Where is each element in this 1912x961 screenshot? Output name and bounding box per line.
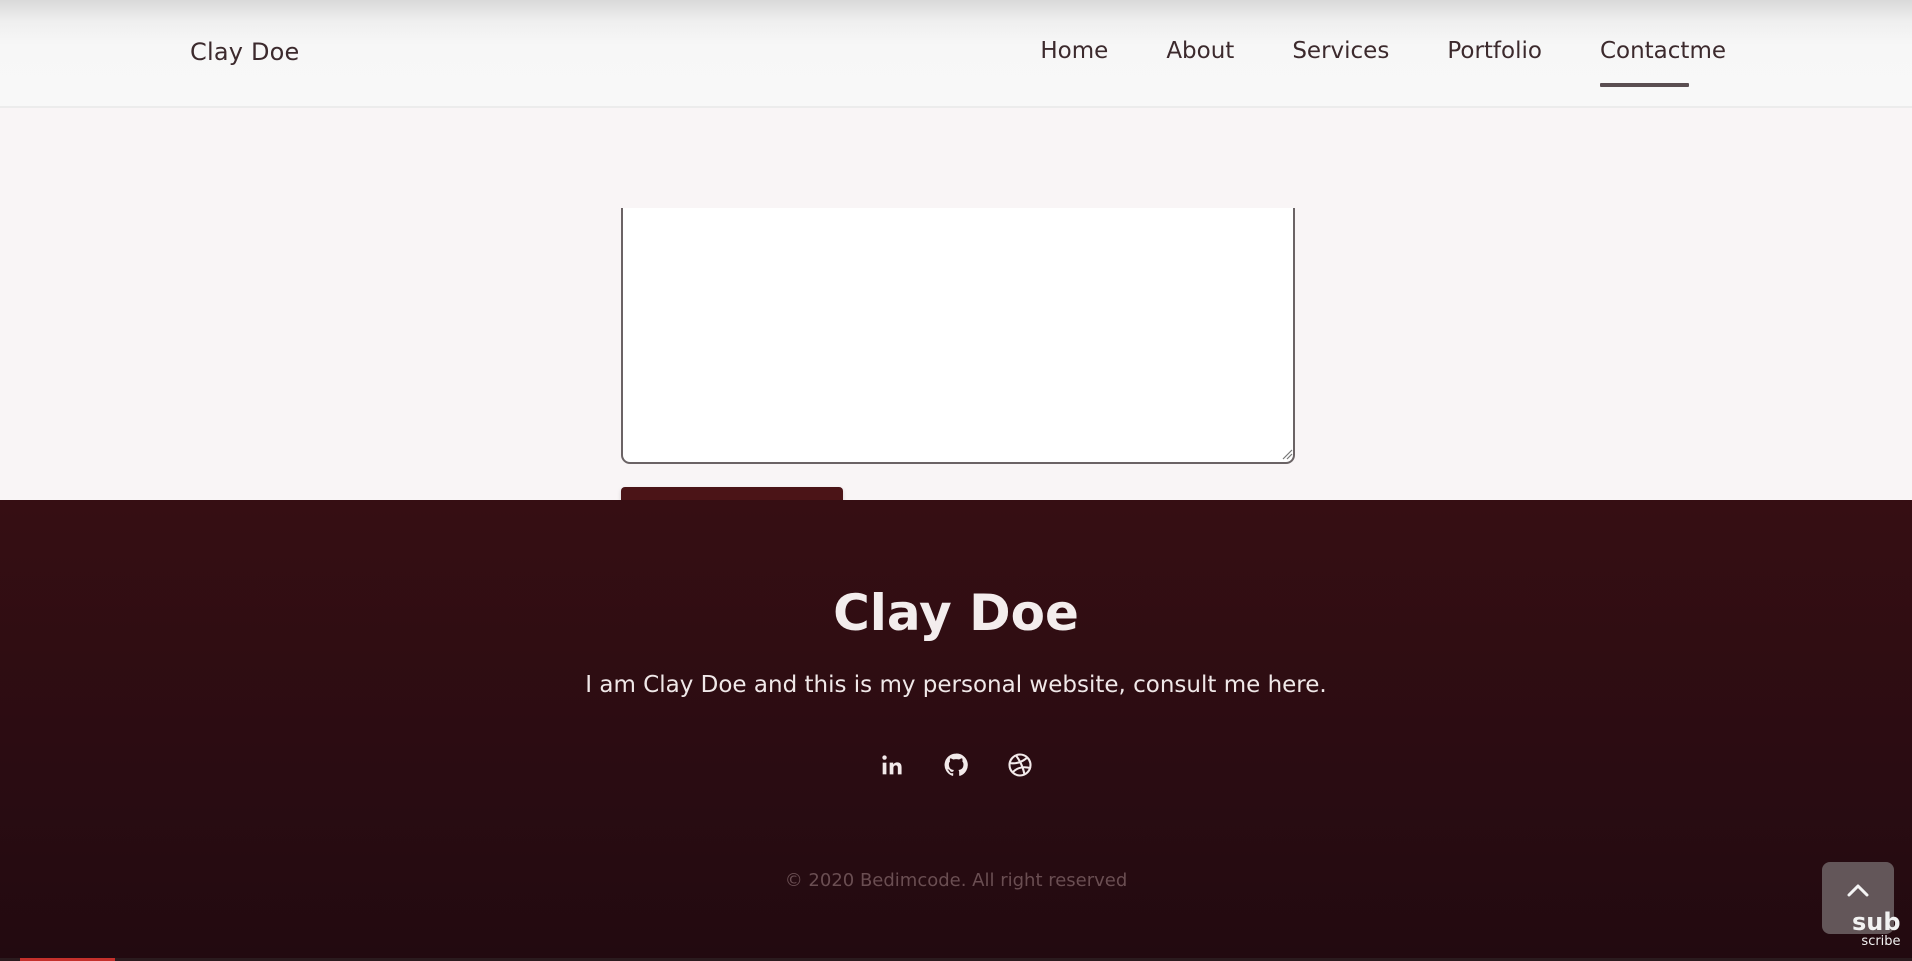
- nav-contactme[interactable]: Contactme: [1599, 38, 1726, 87]
- footer-description: I am Clay Doe and this is my personal we…: [585, 672, 1327, 698]
- resize-grip-icon[interactable]: [1281, 448, 1293, 460]
- footer-title: Clay Doe: [833, 584, 1079, 642]
- nav-portfolio[interactable]: Portfolio: [1447, 38, 1542, 64]
- subscribe-watermark: sub scribe: [1852, 910, 1901, 948]
- site-brand[interactable]: Clay Doe: [190, 38, 300, 66]
- subscribe-watermark-line2: scribe: [1861, 934, 1901, 949]
- nav-about[interactable]: About: [1166, 38, 1234, 64]
- dribbble-icon[interactable]: [1005, 750, 1035, 780]
- contact-section: Send Message: [0, 108, 1912, 560]
- linkedin-icon[interactable]: [877, 750, 907, 780]
- message-textarea[interactable]: [621, 208, 1295, 464]
- subscribe-watermark-line1: sub: [1852, 908, 1901, 936]
- chevron-up-icon: [1847, 884, 1869, 897]
- main-nav: Home About Services Portfolio Contactme: [1040, 38, 1726, 87]
- copyright-text: © 2020 Bedimcode. All right reserved: [784, 870, 1128, 891]
- nav-home[interactable]: Home: [1040, 38, 1108, 64]
- social-links: [0, 750, 1912, 780]
- github-icon[interactable]: [941, 750, 971, 780]
- nav-services[interactable]: Services: [1292, 38, 1389, 64]
- site-footer: Clay Doe I am Clay Doe and this is my pe…: [0, 500, 1912, 961]
- site-header: Clay Doe Home About Services Portfolio C…: [0, 0, 1912, 108]
